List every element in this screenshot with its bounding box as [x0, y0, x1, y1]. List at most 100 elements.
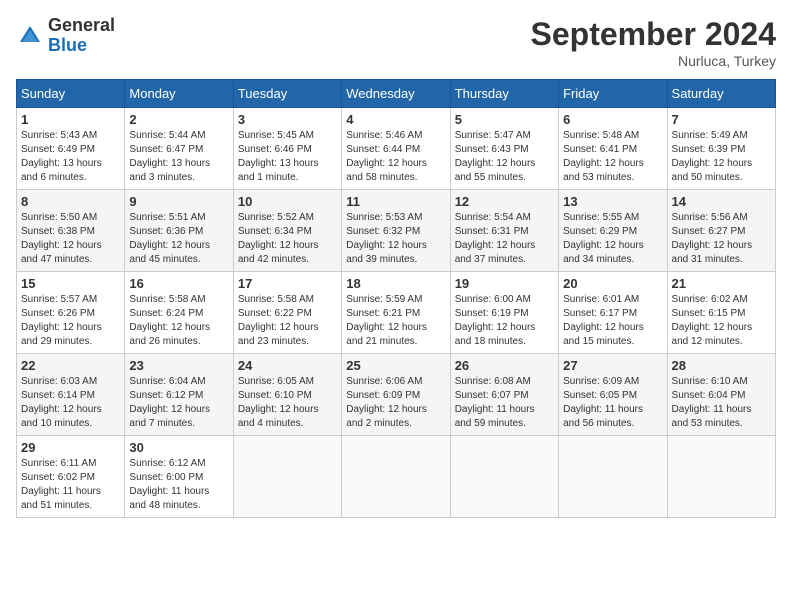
location: Nurluca, Turkey	[531, 53, 776, 69]
logo-icon	[16, 22, 44, 50]
calendar-day-20: 20Sunrise: 6:01 AM Sunset: 6:17 PM Dayli…	[559, 272, 667, 354]
empty-cell	[667, 436, 775, 518]
calendar-day-10: 10 Sunrise: 5:52 AM Sunset: 6:34 PM Dayli…	[233, 190, 341, 272]
col-header-thursday: Thursday	[450, 80, 558, 108]
day-number: 19	[455, 276, 554, 291]
calendar-header-row: SundayMondayTuesdayWednesdayThursdayFrid…	[17, 80, 776, 108]
day-number: 23	[129, 358, 228, 373]
day-number: 9	[129, 194, 228, 209]
day-info: Sunrise: 5:57 AM Sunset: 6:26 PM Dayligh…	[21, 293, 120, 349]
page-header: General Blue September 2024 Nurluca, Tur…	[16, 16, 776, 69]
calendar-day-7: 7 Sunrise: 5:49 AM Sunset: 6:39 PM Daylig…	[667, 108, 775, 190]
calendar-day-30: 30Sunrise: 6:12 AM Sunset: 6:00 PM Dayli…	[125, 436, 233, 518]
calendar-day-22: 22 Sunrise: 6:03 AM Sunset: 6:14 PM Dayli…	[17, 354, 125, 436]
day-number: 5	[455, 112, 554, 127]
calendar-day-4: 4Sunrise: 5:46 AM Sunset: 6:44 PM Daylig…	[342, 108, 450, 190]
day-number: 21	[672, 276, 771, 291]
calendar-day-6: 6 Sunrise: 5:48 AM Sunset: 6:41 PM Daylig…	[559, 108, 667, 190]
day-info: Sunrise: 5:52 AM Sunset: 6:34 PM Dayligh…	[238, 211, 337, 267]
day-number: 6	[563, 112, 662, 127]
calendar-day-14: 14Sunrise: 5:56 AM Sunset: 6:27 PM Dayli…	[667, 190, 775, 272]
day-info: Sunrise: 5:54 AM Sunset: 6:31 PM Dayligh…	[455, 211, 554, 267]
day-info: Sunrise: 6:02 AM Sunset: 6:15 PM Dayligh…	[672, 293, 771, 349]
calendar-day-9: 9 Sunrise: 5:51 AM Sunset: 6:36 PM Daylig…	[125, 190, 233, 272]
day-number: 7	[672, 112, 771, 127]
calendar-day-15: 15Sunrise: 5:57 AM Sunset: 6:26 PM Dayli…	[17, 272, 125, 354]
day-info: Sunrise: 5:55 AM Sunset: 6:29 PM Dayligh…	[563, 211, 662, 267]
day-number: 12	[455, 194, 554, 209]
calendar-day-27: 27 Sunrise: 6:09 AM Sunset: 6:05 PM Dayli…	[559, 354, 667, 436]
day-number: 8	[21, 194, 120, 209]
day-info: Sunrise: 5:48 AM Sunset: 6:41 PM Dayligh…	[563, 129, 662, 185]
day-info: Sunrise: 5:45 AM Sunset: 6:46 PM Dayligh…	[238, 129, 337, 185]
day-number: 25	[346, 358, 445, 373]
day-info: Sunrise: 5:58 AM Sunset: 6:22 PM Dayligh…	[238, 293, 337, 349]
calendar-body: 1Sunrise: 5:43 AM Sunset: 6:49 PM Daylig…	[17, 108, 776, 518]
day-info: Sunrise: 6:12 AM Sunset: 6:00 PM Dayligh…	[129, 457, 228, 513]
day-info: Sunrise: 6:08 AM Sunset: 6:07 PM Dayligh…	[455, 375, 554, 431]
calendar-week-1: 1Sunrise: 5:43 AM Sunset: 6:49 PM Daylig…	[17, 108, 776, 190]
day-info: Sunrise: 6:06 AM Sunset: 6:09 PM Dayligh…	[346, 375, 445, 431]
calendar-day-13: 13 Sunrise: 5:55 AM Sunset: 6:29 PM Dayli…	[559, 190, 667, 272]
calendar-day-2: 2Sunrise: 5:44 AM Sunset: 6:47 PM Daylig…	[125, 108, 233, 190]
calendar-week-5: 29 Sunrise: 6:11 AM Sunset: 6:02 PM Dayli…	[17, 436, 776, 518]
day-info: Sunrise: 5:58 AM Sunset: 6:24 PM Dayligh…	[129, 293, 228, 349]
calendar-week-3: 15Sunrise: 5:57 AM Sunset: 6:26 PM Dayli…	[17, 272, 776, 354]
col-header-monday: Monday	[125, 80, 233, 108]
calendar-day-23: 23 Sunrise: 6:04 AM Sunset: 6:12 PM Dayli…	[125, 354, 233, 436]
col-header-saturday: Saturday	[667, 80, 775, 108]
day-number: 28	[672, 358, 771, 373]
day-info: Sunrise: 5:56 AM Sunset: 6:27 PM Dayligh…	[672, 211, 771, 267]
day-info: Sunrise: 5:47 AM Sunset: 6:43 PM Dayligh…	[455, 129, 554, 185]
calendar-week-4: 22 Sunrise: 6:03 AM Sunset: 6:14 PM Dayli…	[17, 354, 776, 436]
calendar-day-25: 25 Sunrise: 6:06 AM Sunset: 6:09 PM Dayli…	[342, 354, 450, 436]
logo: General Blue	[16, 16, 115, 56]
col-header-tuesday: Tuesday	[233, 80, 341, 108]
day-info: Sunrise: 6:09 AM Sunset: 6:05 PM Dayligh…	[563, 375, 662, 431]
calendar-day-19: 19 Sunrise: 6:00 AM Sunset: 6:19 PM Dayli…	[450, 272, 558, 354]
calendar-table: SundayMondayTuesdayWednesdayThursdayFrid…	[16, 79, 776, 518]
day-number: 10	[238, 194, 337, 209]
calendar-day-5: 5 Sunrise: 5:47 AM Sunset: 6:43 PM Daylig…	[450, 108, 558, 190]
title-block: September 2024 Nurluca, Turkey	[531, 16, 776, 69]
day-number: 3	[238, 112, 337, 127]
day-number: 4	[346, 112, 445, 127]
day-number: 18	[346, 276, 445, 291]
day-number: 13	[563, 194, 662, 209]
calendar-day-18: 18Sunrise: 5:59 AM Sunset: 6:21 PM Dayli…	[342, 272, 450, 354]
day-info: Sunrise: 6:00 AM Sunset: 6:19 PM Dayligh…	[455, 293, 554, 349]
calendar-day-3: 3 Sunrise: 5:45 AM Sunset: 6:46 PM Daylig…	[233, 108, 341, 190]
day-number: 2	[129, 112, 228, 127]
day-info: Sunrise: 6:05 AM Sunset: 6:10 PM Dayligh…	[238, 375, 337, 431]
calendar-day-16: 16 Sunrise: 5:58 AM Sunset: 6:24 PM Dayli…	[125, 272, 233, 354]
calendar-day-1: 1Sunrise: 5:43 AM Sunset: 6:49 PM Daylig…	[17, 108, 125, 190]
day-info: Sunrise: 5:53 AM Sunset: 6:32 PM Dayligh…	[346, 211, 445, 267]
day-info: Sunrise: 6:01 AM Sunset: 6:17 PM Dayligh…	[563, 293, 662, 349]
empty-cell	[233, 436, 341, 518]
empty-cell	[342, 436, 450, 518]
col-header-wednesday: Wednesday	[342, 80, 450, 108]
calendar-day-17: 17 Sunrise: 5:58 AM Sunset: 6:22 PM Dayli…	[233, 272, 341, 354]
day-number: 16	[129, 276, 228, 291]
empty-cell	[450, 436, 558, 518]
day-number: 29	[21, 440, 120, 455]
calendar-day-28: 28 Sunrise: 6:10 AM Sunset: 6:04 PM Dayli…	[667, 354, 775, 436]
calendar-week-2: 8Sunrise: 5:50 AM Sunset: 6:38 PM Daylig…	[17, 190, 776, 272]
day-number: 17	[238, 276, 337, 291]
calendar-day-11: 11 Sunrise: 5:53 AM Sunset: 6:32 PM Dayli…	[342, 190, 450, 272]
calendar-day-24: 24Sunrise: 6:05 AM Sunset: 6:10 PM Dayli…	[233, 354, 341, 436]
day-number: 27	[563, 358, 662, 373]
day-info: Sunrise: 6:04 AM Sunset: 6:12 PM Dayligh…	[129, 375, 228, 431]
day-number: 22	[21, 358, 120, 373]
day-number: 26	[455, 358, 554, 373]
day-info: Sunrise: 6:11 AM Sunset: 6:02 PM Dayligh…	[21, 457, 120, 513]
day-info: Sunrise: 5:49 AM Sunset: 6:39 PM Dayligh…	[672, 129, 771, 185]
day-number: 11	[346, 194, 445, 209]
empty-cell	[559, 436, 667, 518]
col-header-friday: Friday	[559, 80, 667, 108]
calendar-day-29: 29 Sunrise: 6:11 AM Sunset: 6:02 PM Dayli…	[17, 436, 125, 518]
calendar-day-8: 8Sunrise: 5:50 AM Sunset: 6:38 PM Daylig…	[17, 190, 125, 272]
day-info: Sunrise: 6:03 AM Sunset: 6:14 PM Dayligh…	[21, 375, 120, 431]
day-info: Sunrise: 5:51 AM Sunset: 6:36 PM Dayligh…	[129, 211, 228, 267]
day-info: Sunrise: 6:10 AM Sunset: 6:04 PM Dayligh…	[672, 375, 771, 431]
